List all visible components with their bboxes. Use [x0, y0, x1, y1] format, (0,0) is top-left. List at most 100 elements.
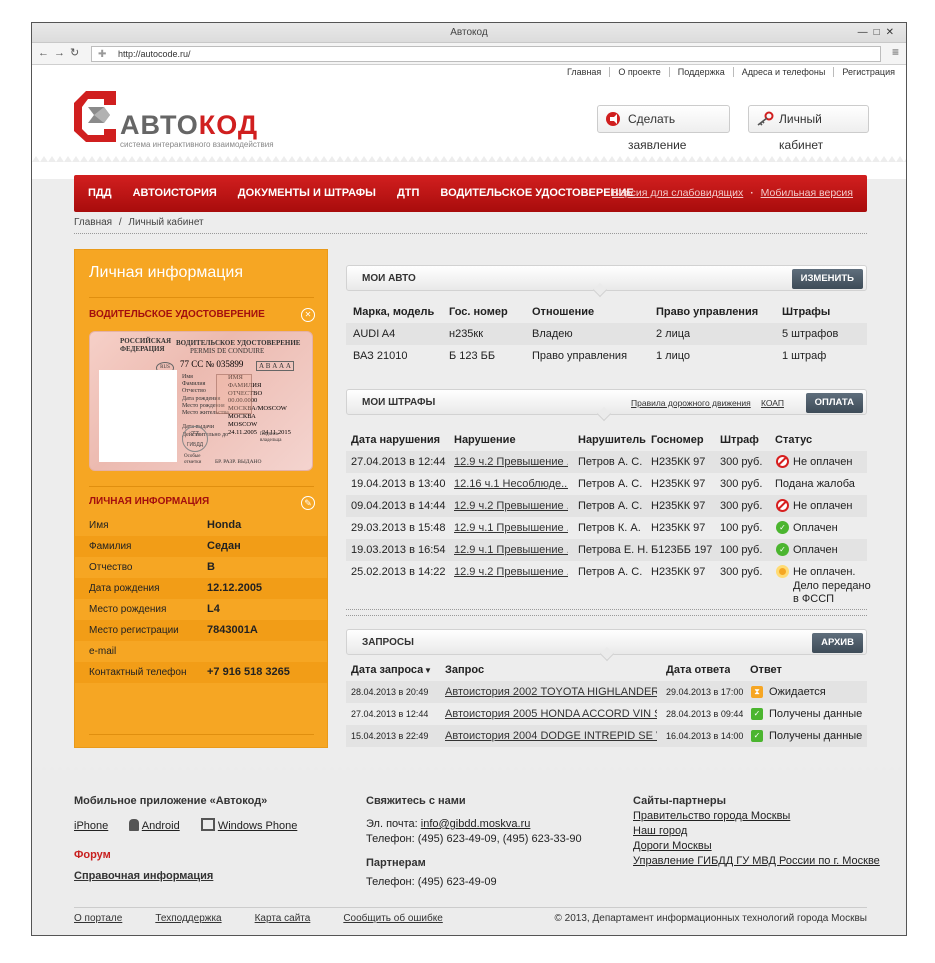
- mobile-version-link[interactable]: Мобильная версия: [761, 187, 853, 199]
- nav-license[interactable]: ВОДИТЕЛЬСКОЕ УДОСТОВЕРЕНИЕ: [440, 187, 633, 199]
- table-cell: 19.04.2013 в 13:40: [351, 478, 446, 490]
- requests-header: ЗАПРОСЫ АРХИВ: [346, 629, 867, 662]
- pending-icon: [776, 565, 789, 578]
- table-cell: 09.04.2013 в 14:44: [351, 500, 446, 512]
- request-link[interactable]: Автоистория 2002 TOYOTA HIGHLANDER ...: [445, 686, 657, 698]
- table-cell: 300 руб.: [720, 566, 763, 578]
- nav-dtp[interactable]: ДТП: [397, 187, 419, 199]
- iphone-link[interactable]: iPhone: [74, 820, 108, 832]
- tech-support-link[interactable]: Техподдержка: [155, 913, 221, 924]
- table-cell: 16.04.2013 в 14:00: [666, 731, 744, 741]
- logo-mark-icon: [74, 91, 116, 142]
- table-cell: 25.02.2013 в 14:22: [351, 566, 446, 578]
- archive-button[interactable]: АРХИВ: [812, 633, 863, 653]
- sort-arrow-icon[interactable]: ▼: [424, 666, 432, 675]
- table-cell: Н235КК 97: [651, 500, 706, 512]
- license-issued: БР. РАЗР. ВЫДАНО: [215, 459, 262, 465]
- request-link[interactable]: Автоистория 2004 DODGE INTREPID SE V...: [445, 730, 657, 742]
- nav-autohistory[interactable]: АВТОИСТОРИЯ: [133, 187, 217, 199]
- site-link[interactable]: Наш город: [633, 825, 880, 837]
- table-row[interactable]: 25.02.2013 в 14:22 12.9 ч.2 Превышение ..…: [346, 561, 871, 605]
- url-field[interactable]: ✚ http://autocode.ru/: [91, 46, 881, 62]
- request-link[interactable]: Автоистория 2005 HONDA ACCORD VIN S...: [445, 708, 657, 720]
- violation-link[interactable]: 12.9 ч.2 Превышение ...: [448, 456, 568, 468]
- help-link[interactable]: Справочная информация: [74, 870, 315, 882]
- toplink-register[interactable]: Регистрация: [833, 67, 895, 77]
- copyright: © 2013, Департамент информационных техно…: [554, 913, 867, 924]
- toplink-contacts[interactable]: Адреса и телефоны: [732, 67, 826, 77]
- logo-text: АВТОКОД: [120, 110, 259, 140]
- nav-buttons[interactable]: ←→↻: [38, 46, 84, 59]
- violation-link[interactable]: 12.9 ч.1 Превышение ...: [448, 522, 568, 534]
- breadcrumb-home[interactable]: Главная: [74, 217, 112, 228]
- table-row[interactable]: 29.03.2013 в 15:48 12.9 ч.1 Превышение ..…: [346, 517, 867, 539]
- table-row[interactable]: 19.04.2013 в 13:40 12.16 ч.1 Несоблюде...…: [346, 473, 867, 495]
- table-row[interactable]: AUDI A4 н235кк Владею 2 лица 5 штрафов: [346, 323, 867, 345]
- violation-link[interactable]: 12.9 ч.1 Превышение ...: [448, 544, 568, 556]
- pay-button[interactable]: ОПЛАТА: [805, 393, 863, 413]
- windows-phone-link[interactable]: Windows Phone: [200, 818, 297, 832]
- email-label: Эл. почта:: [366, 818, 421, 830]
- table-row[interactable]: 09.04.2013 в 14:44 12.9 ч.2 Превышение ..…: [346, 495, 867, 517]
- my-fines-title: МОИ ШТРАФЫ: [362, 397, 436, 408]
- toplink-about[interactable]: О проекте: [609, 67, 661, 77]
- make-statement-button[interactable]: Сделать заявление: [597, 105, 730, 152]
- browser-menu-icon[interactable]: ≡: [892, 45, 899, 59]
- license-country: РОССИЙСКАЯ ФЕДЕРАЦИЯ: [120, 337, 172, 353]
- table-cell: Петров А. С.: [578, 456, 643, 468]
- nav-pdd[interactable]: ПДД: [88, 187, 112, 199]
- sitemap-link[interactable]: Карта сайта: [255, 913, 311, 924]
- contact-phone: Телефон: (495) 623-49-09, (495) 623-33-9…: [366, 833, 582, 845]
- my-cars-title: МОИ АВТО: [362, 273, 416, 284]
- license-gibdd: ГИБДД: [186, 442, 204, 448]
- status-text: Не оплачен: [793, 456, 853, 468]
- table-header: Марка, модель Гос. номер Отношение Право…: [353, 306, 831, 318]
- toplink-support[interactable]: Поддержка: [668, 67, 725, 77]
- answer-text: Ожидается: [769, 686, 826, 698]
- check-icon: ✓: [751, 708, 763, 720]
- table-row[interactable]: 28.04.2013 в 20:49 Автоистория 2002 TOYOT…: [346, 681, 867, 703]
- koap-link[interactable]: КОАП: [761, 398, 784, 408]
- about-portal-link[interactable]: О портале: [74, 913, 122, 924]
- forum-link[interactable]: Форум: [74, 849, 315, 861]
- header-zigzag: [32, 156, 906, 162]
- toplink-home[interactable]: Главная: [559, 67, 601, 77]
- traffic-rules-link[interactable]: Правила дорожного движения: [631, 398, 751, 408]
- accessible-version-link[interactable]: Версия для слабовидящих: [612, 187, 743, 199]
- violation-link[interactable]: 12.9 ч.2 Превышение ...: [448, 500, 568, 512]
- table-cell: 27.04.2013 в 12:44: [351, 456, 446, 468]
- nav-documents[interactable]: ДОКУМЕНТЫ И ШТРАФЫ: [238, 187, 376, 199]
- report-error-link[interactable]: Сообщить об ошибке: [343, 913, 442, 924]
- edit-icon[interactable]: ✎: [301, 496, 315, 510]
- site-link[interactable]: Дороги Москвы: [633, 840, 880, 852]
- table-row[interactable]: 19.03.2013 в 16:54 12.9 ч.1 Превышение ..…: [346, 539, 867, 561]
- table-cell: Петров К. А.: [578, 522, 641, 534]
- site-link[interactable]: Правительство города Москвы: [633, 810, 880, 822]
- table-cell: 27.04.2013 в 12:44: [351, 709, 429, 719]
- breadcrumb: Главная / Личный кабинет: [74, 217, 867, 234]
- license-signature-label: Подпись владельца: [260, 432, 282, 443]
- personal-cabinet-button[interactable]: Личный кабинет: [748, 105, 869, 152]
- info-row-name: Имя Honda: [89, 519, 242, 531]
- license-stamp: [216, 374, 252, 414]
- info-row-phone: Контактный телефон +7 916 518 3265: [75, 662, 327, 683]
- close-icon[interactable]: ✕: [301, 308, 315, 322]
- violation-link[interactable]: 12.16 ч.1 Несоблюде...: [448, 478, 568, 490]
- license-heading: ВОДИТЕЛЬСКОЕ УДОСТОВЕРЕНИЕ: [89, 309, 265, 320]
- email-link[interactable]: info@gibdd.moskva.ru: [421, 818, 531, 830]
- android-link[interactable]: Android: [129, 819, 180, 832]
- status-text: Не оплачен: [793, 500, 853, 512]
- table-row[interactable]: ВАЗ 21010 Б 123 ББ Право управления 1 ли…: [346, 345, 867, 367]
- window-controls[interactable]: —□✕: [858, 23, 900, 43]
- edit-cars-button[interactable]: ИЗМЕНИТЬ: [791, 269, 863, 289]
- license-photo: [99, 370, 177, 462]
- table-row[interactable]: 27.04.2013 в 12:44 Автоистория 2005 HONDA…: [346, 703, 867, 725]
- table-cell: Н235КК 97: [651, 522, 706, 534]
- requests-table: Дата запроса ▼ Запрос Дата ответа Ответ …: [346, 659, 867, 747]
- violation-link[interactable]: 12.9 ч.2 Превышение ...: [448, 566, 568, 578]
- site-link[interactable]: Управление ГИБДД ГУ МВД России по г. Мос…: [633, 855, 880, 867]
- table-header: Дата нарушения Нарушение Нарушитель Госн…: [351, 434, 813, 446]
- table-cell: 29.04.2013 в 17:00: [666, 687, 744, 697]
- table-row[interactable]: 27.04.2013 в 12:44 12.9 ч.2 Превышение ..…: [346, 451, 867, 473]
- table-row[interactable]: 15.04.2013 в 22:49 Автоистория 2004 DODGE…: [346, 725, 867, 747]
